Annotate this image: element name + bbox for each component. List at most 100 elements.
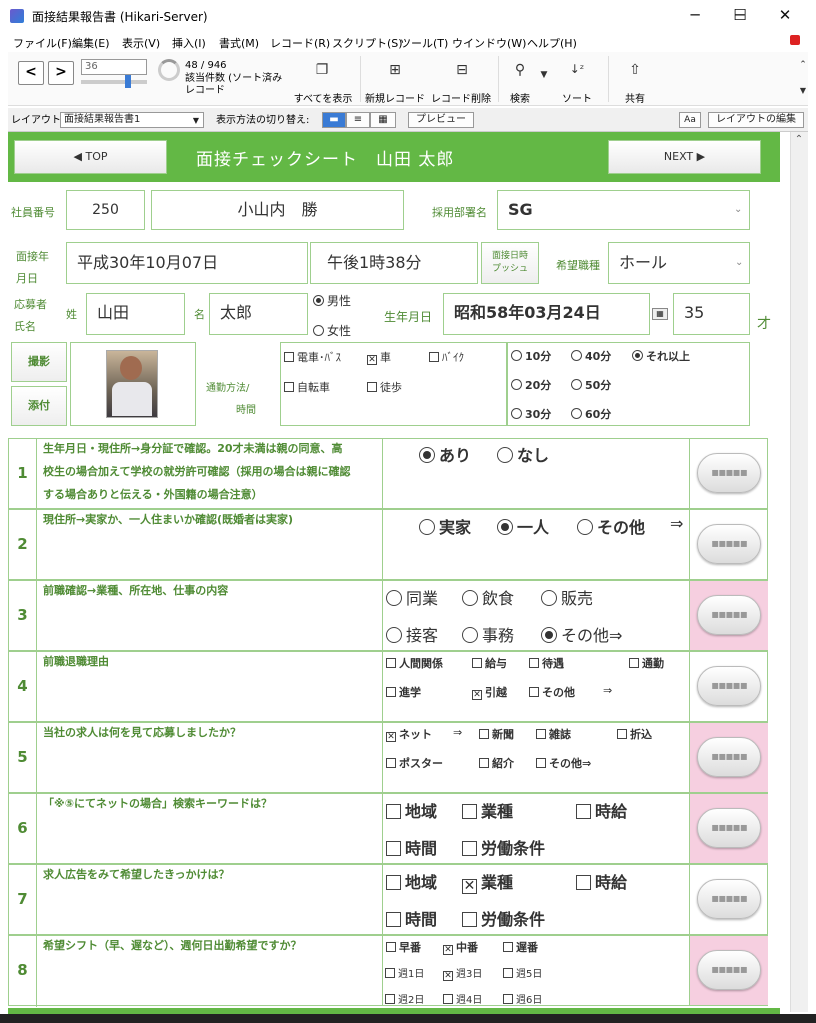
q6-industry-checkbox[interactable]: 業種	[462, 798, 513, 822]
time-10min-radio[interactable]: 10分	[511, 348, 551, 364]
search-button[interactable]: 検索	[503, 90, 537, 105]
record-number-input[interactable]: 36	[81, 59, 147, 75]
q2-other-radio[interactable]: その他	[577, 514, 645, 538]
edit-layout-button[interactable]: レイアウトの編集	[708, 112, 804, 128]
time-20min-radio[interactable]: 20分	[511, 377, 551, 393]
q8-week5-checkbox[interactable]: 週5日	[503, 965, 542, 980]
time-more-radio[interactable]: それ以上	[632, 348, 690, 364]
q3-sales-radio[interactable]: 販売	[541, 585, 593, 609]
q5-referral-checkbox[interactable]: 紹介	[479, 755, 514, 771]
share-button[interactable]: 共有	[618, 90, 652, 105]
photo-capture-button[interactable]: 撮影	[11, 342, 67, 382]
q8-early-checkbox[interactable]: 早番	[386, 939, 421, 955]
q6-hours-checkbox[interactable]: 時間	[386, 835, 437, 859]
new-record-button[interactable]: 新規レコード	[364, 90, 426, 105]
q6-area-checkbox[interactable]: 地域	[386, 798, 437, 822]
surname-field[interactable]: 山田	[86, 293, 185, 335]
q3-office-radio[interactable]: 事務	[462, 622, 514, 646]
q7-area-checkbox[interactable]: 地域	[386, 869, 437, 893]
list-view-button[interactable]: ≡	[346, 112, 370, 128]
menu-insert[interactable]: 挿入(I)	[172, 35, 206, 51]
birth-date-field[interactable]: 昭和58年03月24日	[443, 293, 650, 335]
q8-week6-checkbox[interactable]: 週6日	[503, 991, 542, 1006]
q5-flyer-checkbox[interactable]: 折込	[617, 726, 652, 742]
calendar-icon[interactable]: ▦	[652, 308, 668, 320]
menu-scripts[interactable]: スクリプト(S)	[332, 35, 403, 51]
menu-records[interactable]: レコード(R)	[270, 35, 330, 51]
q4-salary-checkbox[interactable]: 給与	[472, 655, 507, 671]
department-select[interactable]: SG	[497, 190, 750, 230]
q4-relations-checkbox[interactable]: 人間関係	[386, 655, 443, 671]
menu-format[interactable]: 書式(M)	[219, 35, 259, 51]
q3-service-radio[interactable]: 接客	[386, 622, 438, 646]
gender-male-radio[interactable]: 男性	[313, 292, 351, 309]
q4-commute-checkbox[interactable]: 通勤	[629, 655, 664, 671]
interview-datetime-push-button[interactable]: 面接日時 プッシュ	[481, 242, 539, 284]
sort-button[interactable]: ソート	[560, 90, 594, 105]
time-60min-radio[interactable]: 60分	[571, 406, 611, 422]
q7-industry-checkbox[interactable]: ✕ 業種	[462, 869, 513, 894]
next-record-button[interactable]: >	[48, 61, 74, 85]
prev-record-button[interactable]: <	[18, 61, 44, 85]
q6-conditions-checkbox[interactable]: 労働条件	[462, 835, 545, 859]
commute-bike-checkbox[interactable]: ﾊﾞｲｸ	[429, 349, 464, 365]
comment-bubble-icon[interactable]: ▪▪▪▪▪	[697, 879, 761, 919]
layout-select[interactable]: 面接結果報告書1 ▼	[60, 112, 204, 128]
comment-bubble-icon[interactable]: ▪▪▪▪▪	[697, 808, 761, 848]
close-button[interactable]: ✕	[765, 4, 805, 28]
q8-week2-checkbox[interactable]: 週2日	[385, 991, 424, 1006]
minimize-icon[interactable]: ─	[675, 4, 715, 28]
comment-bubble-icon[interactable]: ▪▪▪▪▪	[697, 595, 761, 635]
q4-move-checkbox[interactable]: ✕ 引越	[472, 684, 507, 700]
photo-attach-button[interactable]: 添付	[11, 386, 67, 426]
q8-mid-checkbox[interactable]: ✕ 中番	[443, 939, 478, 955]
collapse-toolbar-icon[interactable]: ⌃	[798, 60, 808, 70]
q8-week3-checkbox[interactable]: ✕ 週3日	[443, 965, 482, 981]
vertical-scrollbar[interactable]	[790, 132, 808, 1012]
q7-conditions-checkbox[interactable]: 労働条件	[462, 906, 545, 930]
q3-food-radio[interactable]: 飲食	[462, 585, 514, 609]
comment-bubble-icon[interactable]: ▪▪▪▪▪	[697, 666, 761, 706]
time-30min-radio[interactable]: 30分	[511, 406, 551, 422]
comment-bubble-icon[interactable]: ▪▪▪▪▪	[697, 950, 761, 990]
commute-train-checkbox[interactable]: 電車･ﾊﾞｽ	[284, 349, 341, 365]
q5-net-checkbox[interactable]: ✕ ネット	[386, 726, 432, 742]
q5-other-checkbox[interactable]: その他⇒	[536, 755, 591, 771]
time-40min-radio[interactable]: 40分	[571, 348, 611, 364]
q8-week4-checkbox[interactable]: 週4日	[443, 991, 482, 1006]
top-button[interactable]: ◀ TOP	[14, 140, 167, 174]
menu-help[interactable]: ヘルプ(H)	[527, 35, 577, 51]
preview-button[interactable]: プレビュー	[408, 112, 474, 128]
gender-female-radio[interactable]: 女性	[313, 322, 351, 339]
q3-same-industry-radio[interactable]: 同業	[386, 585, 438, 609]
q4-treatment-checkbox[interactable]: 待遇	[529, 655, 564, 671]
interviewer-field[interactable]: 小山内 勝	[151, 190, 404, 230]
menu-view[interactable]: 表示(V)	[122, 35, 160, 51]
menu-tools[interactable]: ツール(T)	[400, 35, 448, 51]
next-button[interactable]: NEXT ▶	[608, 140, 761, 174]
commute-bicycle-checkbox[interactable]: 自転車	[284, 379, 330, 395]
comment-bubble-icon[interactable]: ▪▪▪▪▪	[697, 737, 761, 777]
q3-other-radio[interactable]: その他⇒	[541, 622, 622, 646]
commute-car-checkbox[interactable]: ✕ 車	[367, 349, 391, 365]
comment-bubble-icon[interactable]: ▪▪▪▪▪	[697, 524, 761, 564]
q4-other-checkbox[interactable]: その他	[529, 684, 575, 700]
menu-edit[interactable]: 編集(E)	[72, 35, 110, 51]
interview-time-field[interactable]: 午後1時38分	[310, 242, 478, 284]
delete-record-button[interactable]: レコード削除	[428, 90, 494, 105]
q8-late-checkbox[interactable]: 遅番	[503, 939, 538, 955]
text-format-button[interactable]: Aa	[679, 112, 701, 128]
record-slider-thumb[interactable]	[125, 75, 131, 88]
time-50min-radio[interactable]: 50分	[571, 377, 611, 393]
menu-window[interactable]: ウインドウ(W)	[452, 35, 526, 51]
desired-job-select[interactable]: ホール	[608, 242, 750, 284]
q8-week1-checkbox[interactable]: 週1日	[385, 965, 424, 980]
show-all-button[interactable]: すべてを表示	[290, 90, 356, 105]
form-view-button[interactable]: ▬	[322, 112, 346, 128]
dropdown-arrow-icon[interactable]: ▼	[538, 70, 550, 80]
q5-newspaper-checkbox[interactable]: 新聞	[479, 726, 514, 742]
q1-yes-radio[interactable]: あり	[419, 442, 471, 466]
q1-no-radio[interactable]: なし	[497, 442, 549, 466]
maximize-button[interactable]: ☐	[720, 4, 760, 28]
interview-date-field[interactable]: 平成30年10月07日	[66, 242, 308, 284]
